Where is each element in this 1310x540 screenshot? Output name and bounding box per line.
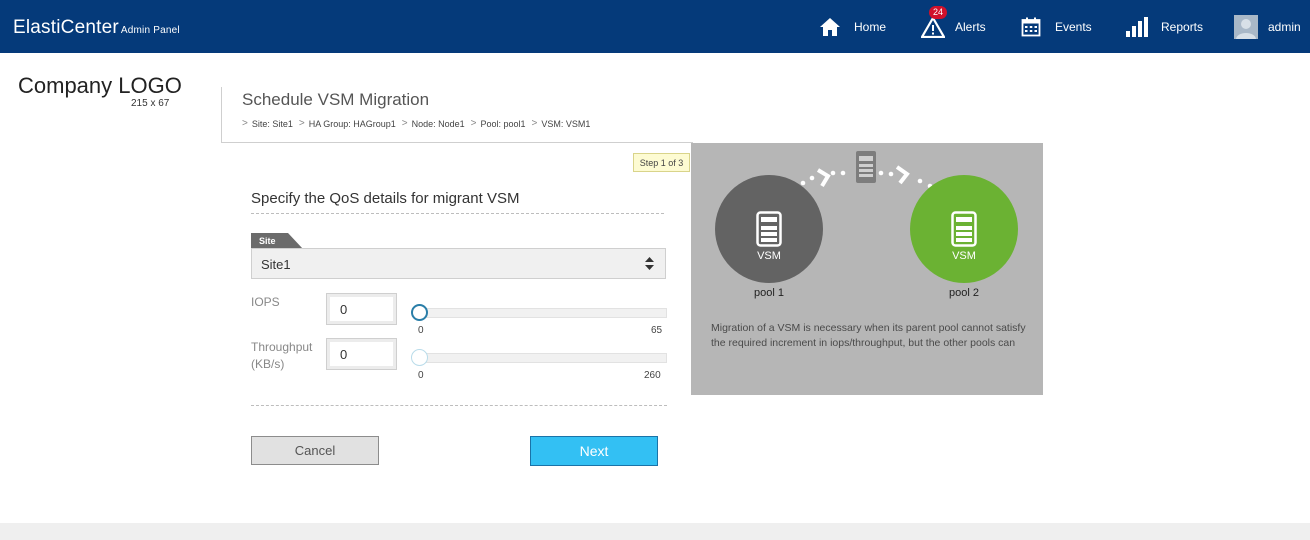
site-select[interactable]: Site1 xyxy=(251,248,666,279)
divider xyxy=(251,213,664,214)
migration-description: Migration of a VSM is necessary when its… xyxy=(711,322,1026,349)
breadcrumb-node[interactable]: > Node: Node1 xyxy=(402,118,465,129)
source-pool-label: pool 1 xyxy=(754,287,784,299)
logo-size-hint: 215 x 67 xyxy=(131,98,170,109)
server-icon xyxy=(951,211,977,247)
select-arrows-icon xyxy=(645,257,654,273)
chevron-right-icon: > xyxy=(401,118,408,129)
iops-label: IOPS xyxy=(251,295,280,309)
throughput-label-line1: Throughput xyxy=(251,340,313,354)
iops-max: 65 xyxy=(651,325,663,336)
breadcrumb-pool[interactable]: > Pool: pool1 xyxy=(471,118,526,129)
alerts-count-badge: 24 xyxy=(929,6,948,19)
brand-subtitle: Admin Panel xyxy=(120,25,180,36)
breadcrumb-vsm[interactable]: > VSM: VSM1 xyxy=(532,118,591,129)
throughput-input[interactable]: 0 xyxy=(326,338,397,370)
throughput-slider-handle[interactable] xyxy=(411,349,428,366)
throughput-max: 260 xyxy=(644,370,661,381)
home-icon xyxy=(819,17,841,37)
source-pool-circle: VSM xyxy=(715,175,823,283)
iops-slider-handle[interactable] xyxy=(411,304,428,321)
cancel-button[interactable]: Cancel xyxy=(251,436,379,465)
breadcrumb: > Site: Site1 > HA Group: HAGroup1 > Node: … xyxy=(242,118,596,129)
company-logo: Company LOGO xyxy=(18,73,182,98)
brand-name: ElastiCenter xyxy=(13,17,119,38)
nav-events-label: Events xyxy=(1055,19,1092,34)
nav-alerts-label: Alerts xyxy=(955,19,986,34)
nav-events[interactable]: Events xyxy=(1021,0,1092,53)
app-brand[interactable]: ElastiCenter Admin Panel xyxy=(13,17,180,39)
breadcrumb-label: VSM: VSM1 xyxy=(541,118,591,129)
iops-input[interactable]: 0 xyxy=(326,293,397,325)
breadcrumb-ha-group[interactable]: > HA Group: HAGroup1 xyxy=(299,118,396,129)
nav-home-label: Home xyxy=(854,19,887,34)
bar-chart-icon xyxy=(1126,16,1148,37)
throughput-slider-track[interactable] xyxy=(419,353,667,363)
username: admin xyxy=(1268,19,1301,34)
chevron-right-icon: > xyxy=(470,118,477,129)
server-icon xyxy=(756,211,782,247)
calendar-icon xyxy=(1021,17,1041,37)
page-title: Schedule VSM Migration xyxy=(242,90,430,109)
section-title: Specify the QoS details for migrant VSM xyxy=(251,190,520,207)
throughput-label: Throughput (KB/s) xyxy=(251,339,312,373)
breadcrumb-label: Site: Site1 xyxy=(251,118,293,129)
nav-alerts[interactable]: 24 Alerts xyxy=(921,0,986,53)
chevron-right-icon: > xyxy=(298,118,305,129)
page-footer xyxy=(0,523,1310,540)
divider xyxy=(251,405,667,406)
breadcrumb-site[interactable]: > Site: Site1 xyxy=(242,118,293,129)
nav-reports[interactable]: Reports xyxy=(1126,0,1203,53)
nav-home[interactable]: Home xyxy=(819,0,886,53)
user-menu[interactable]: admin xyxy=(1234,0,1301,53)
breadcrumb-label: Pool: pool1 xyxy=(480,118,526,129)
iops-min: 0 xyxy=(418,325,424,336)
site-select-value: Site1 xyxy=(261,257,291,272)
chevron-right-icon: > xyxy=(242,118,248,129)
step-indicator: Step 1 of 3 xyxy=(633,153,690,172)
avatar xyxy=(1234,14,1258,39)
next-button[interactable]: Next xyxy=(530,436,658,466)
site-field-label: Site xyxy=(259,236,276,246)
throughput-label-line2: (KB/s) xyxy=(251,357,285,371)
migration-illustration-panel: VSM pool 1 VSM pool 2 Migration of a VSM… xyxy=(691,143,1043,395)
throughput-min: 0 xyxy=(418,370,424,381)
source-vsm-label: VSM xyxy=(757,250,781,262)
breadcrumb-label: Node: Node1 xyxy=(411,118,465,129)
nav-reports-label: Reports xyxy=(1161,19,1204,34)
top-navigation-bar: ElastiCenter Admin Panel Home 24 Alerts E… xyxy=(0,0,1310,53)
target-pool-circle: VSM xyxy=(910,175,1018,283)
site-field-tab: Site xyxy=(251,233,303,249)
breadcrumb-label: HA Group: HAGroup1 xyxy=(308,118,396,129)
target-vsm-label: VSM xyxy=(952,250,976,262)
chevron-right-icon: > xyxy=(531,118,538,129)
iops-slider-track[interactable] xyxy=(419,308,667,318)
target-pool-label: pool 2 xyxy=(949,287,979,299)
